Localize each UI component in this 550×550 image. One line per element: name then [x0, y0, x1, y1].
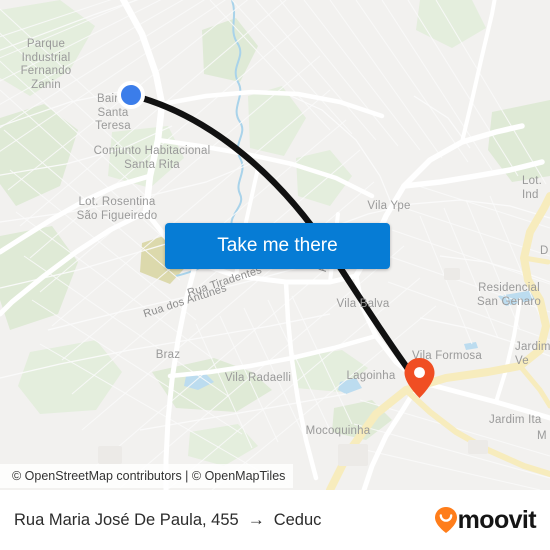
footer-bar: Rua Maria José De Paula, 455 → Ceduc moo… [0, 490, 550, 550]
origin-location-marker-icon[interactable] [117, 81, 145, 109]
moovit-pin-icon [434, 507, 457, 533]
take-me-there-button[interactable]: Take me there [165, 223, 390, 269]
trip-summary: Rua Maria José De Paula, 455 → Ceduc [14, 510, 321, 530]
destination-pin-icon[interactable] [404, 358, 435, 398]
arrow-right-icon: → [247, 510, 265, 529]
moovit-wordmark: moovit [457, 505, 537, 534]
moovit-logo[interactable]: moovit [434, 505, 537, 535]
trip-destination-label: Ceduc [273, 510, 322, 529]
map-canvas[interactable]: .rd { stroke:#ffffff; fill:none; stroke-… [0, 0, 550, 490]
moovit-trip-map-screen: .rd { stroke:#ffffff; fill:none; stroke-… [0, 0, 550, 550]
trip-origin-label: Rua Maria José De Paula, 455 [14, 510, 239, 529]
